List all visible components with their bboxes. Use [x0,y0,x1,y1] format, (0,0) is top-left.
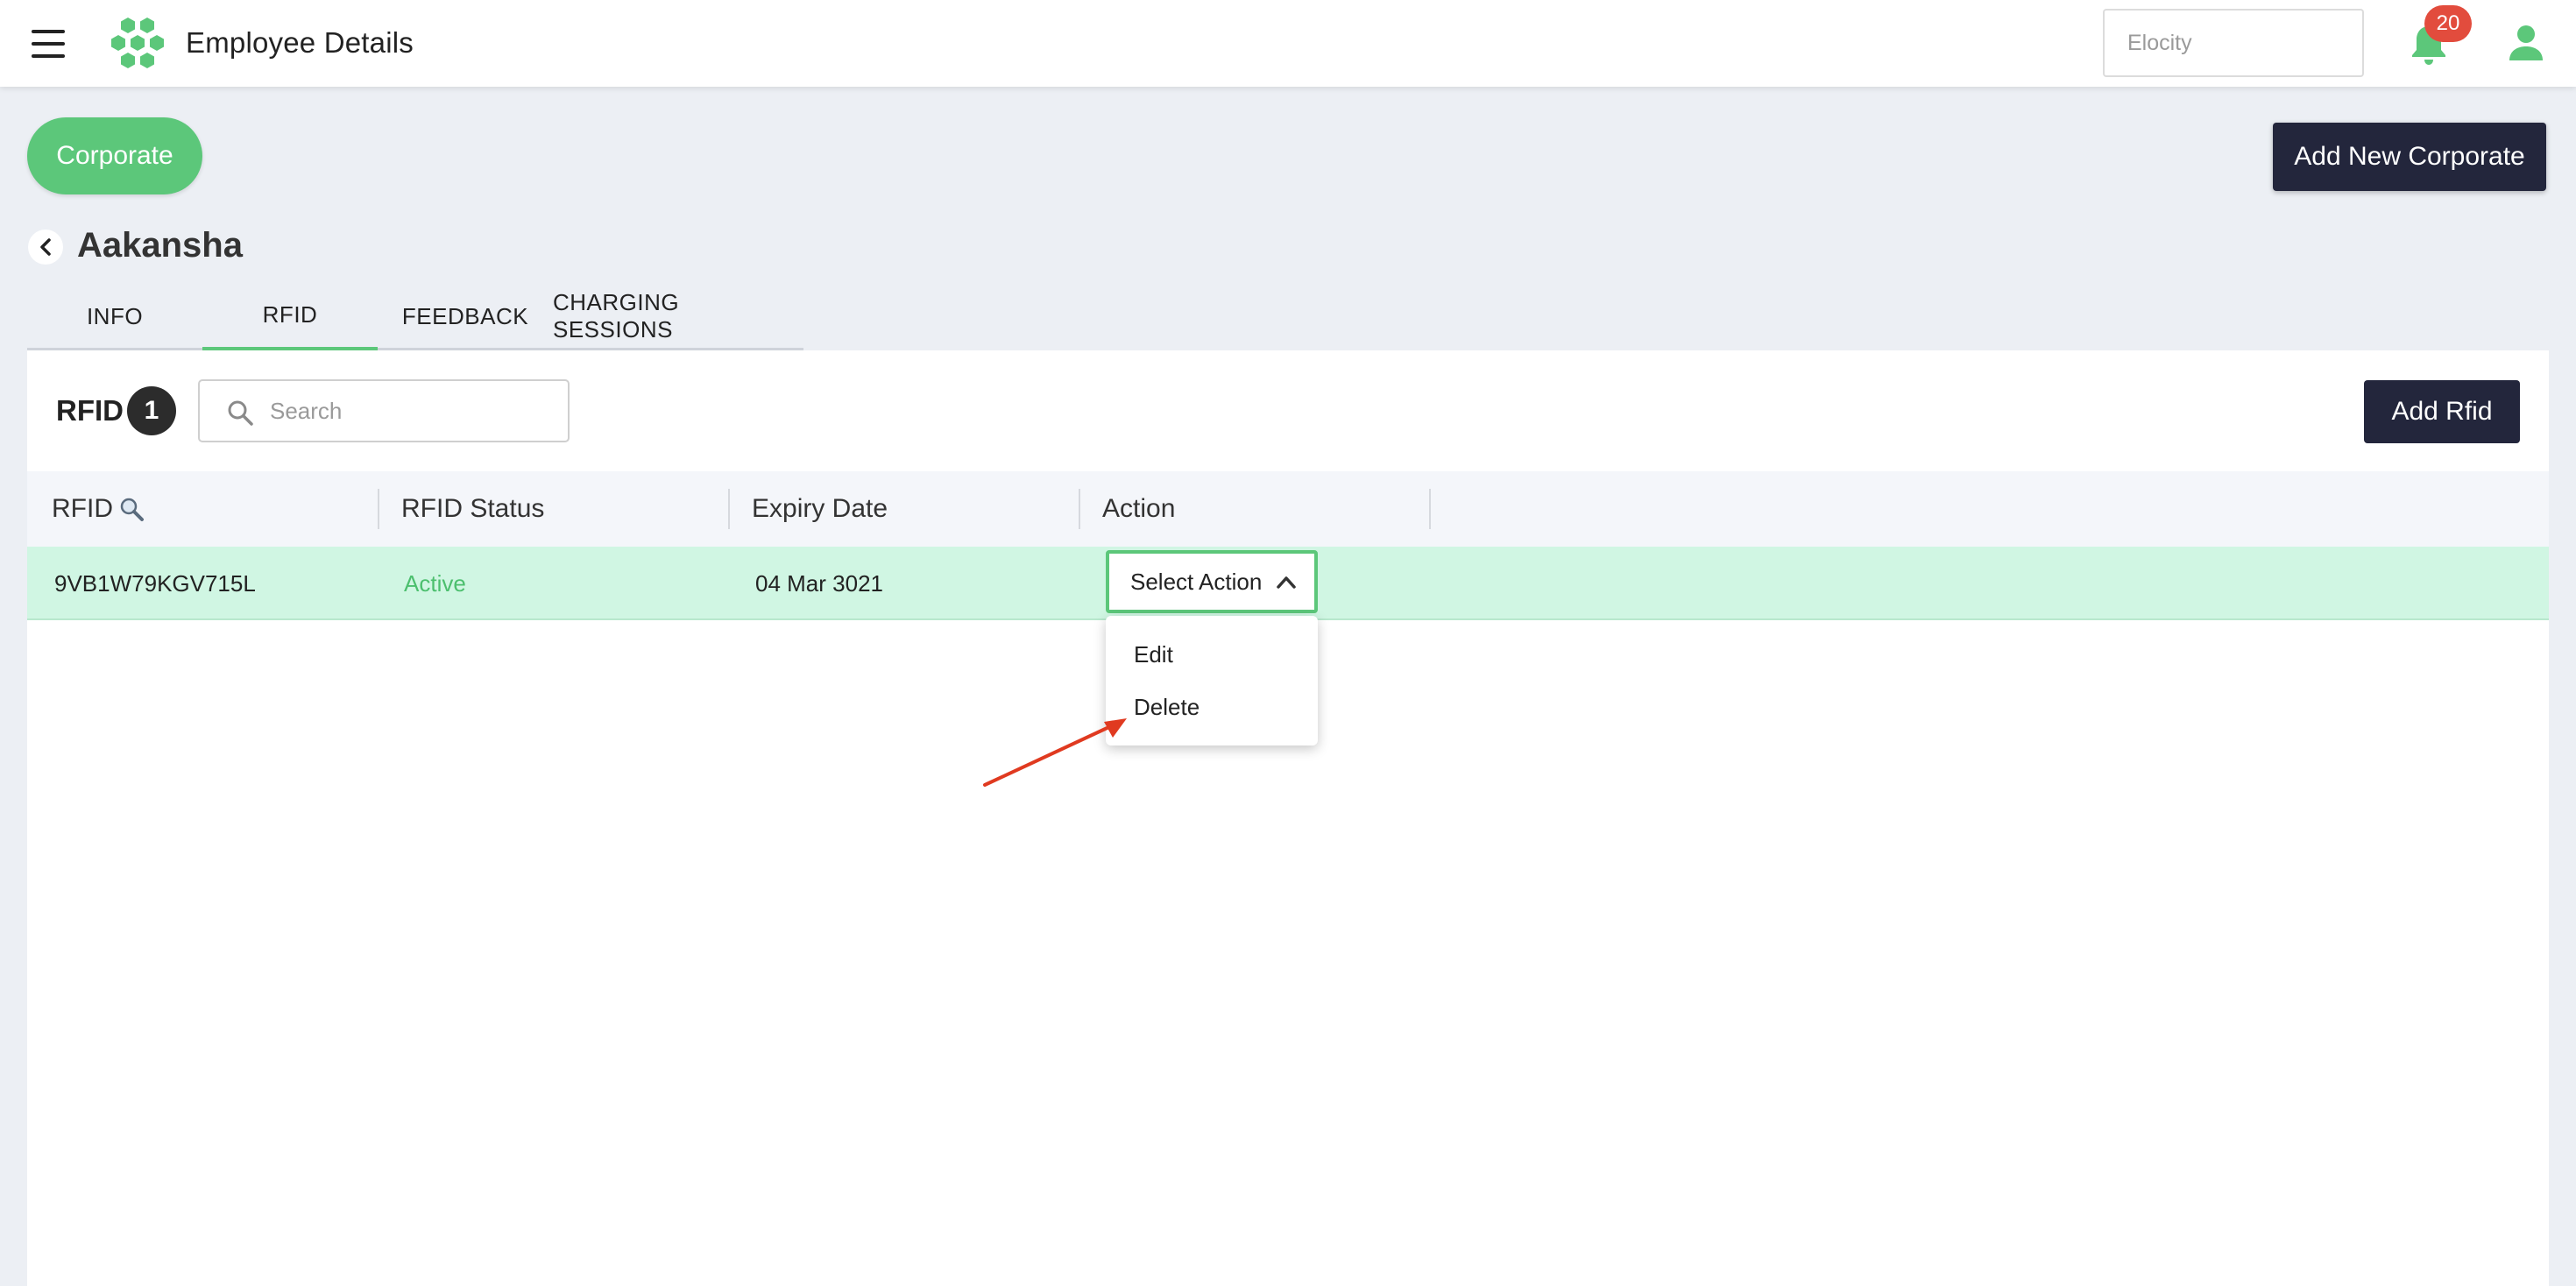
annotation-arrow-icon [983,718,1127,787]
table-header: RFID RFID Status Expiry Date Action [27,471,2549,547]
rfid-count-badge: 1 [127,386,176,435]
select-action-dropdown[interactable]: Select Action [1106,550,1318,613]
organization-select[interactable]: Elocity [2103,9,2364,77]
search-input[interactable] [270,381,559,441]
corporate-button[interactable]: Corporate [27,117,202,194]
column-divider [1079,489,1080,529]
column-header-expiry-date: Expiry Date [752,494,888,523]
rfid-section-title: RFID [56,394,124,427]
magnifier-icon[interactable] [118,496,145,522]
select-action-label: Select Action [1130,568,1263,595]
search-icon [228,400,253,426]
column-divider [378,489,379,529]
employee-name: Aakansha [77,226,243,265]
column-header-rfid-status: RFID Status [401,494,545,523]
add-rfid-button[interactable]: Add Rfid [2364,380,2520,443]
add-new-corporate-button[interactable]: Add New Corporate [2273,123,2546,191]
notification-badge: 20 [2424,5,2472,42]
tab-charging-sessions[interactable]: CHARGING SESSIONS [553,282,803,350]
rfid-cell: 9VB1W79KGV715L [54,569,256,597]
column-header-action: Action [1102,494,1176,523]
column-header-label: RFID [52,494,113,523]
column-header-rfid[interactable]: RFID [52,471,145,547]
tab-bar: INFO RFID FEEDBACK CHARGING SESSIONS [27,282,803,352]
tab-feedback[interactable]: FEEDBACK [378,282,553,350]
top-bar: Employee Details Elocity 20 [0,0,2576,87]
page-title: Employee Details [186,26,414,59]
user-icon[interactable] [2508,25,2544,61]
tab-rfid[interactable]: RFID [202,282,378,352]
chevron-up-icon [1277,576,1296,589]
search-box[interactable] [198,379,570,442]
menu-icon[interactable] [32,30,65,58]
chevron-left-icon [40,238,51,256]
tab-info[interactable]: INFO [27,282,202,350]
column-divider [728,489,730,529]
column-divider [1429,489,1431,529]
expiry-date-cell: 04 Mar 3021 [755,569,883,597]
menu-item-edit[interactable]: Edit [1106,629,1318,680]
back-button[interactable] [28,230,63,265]
rfid-status-cell: Active [404,569,466,597]
logo-icon [111,18,164,68]
